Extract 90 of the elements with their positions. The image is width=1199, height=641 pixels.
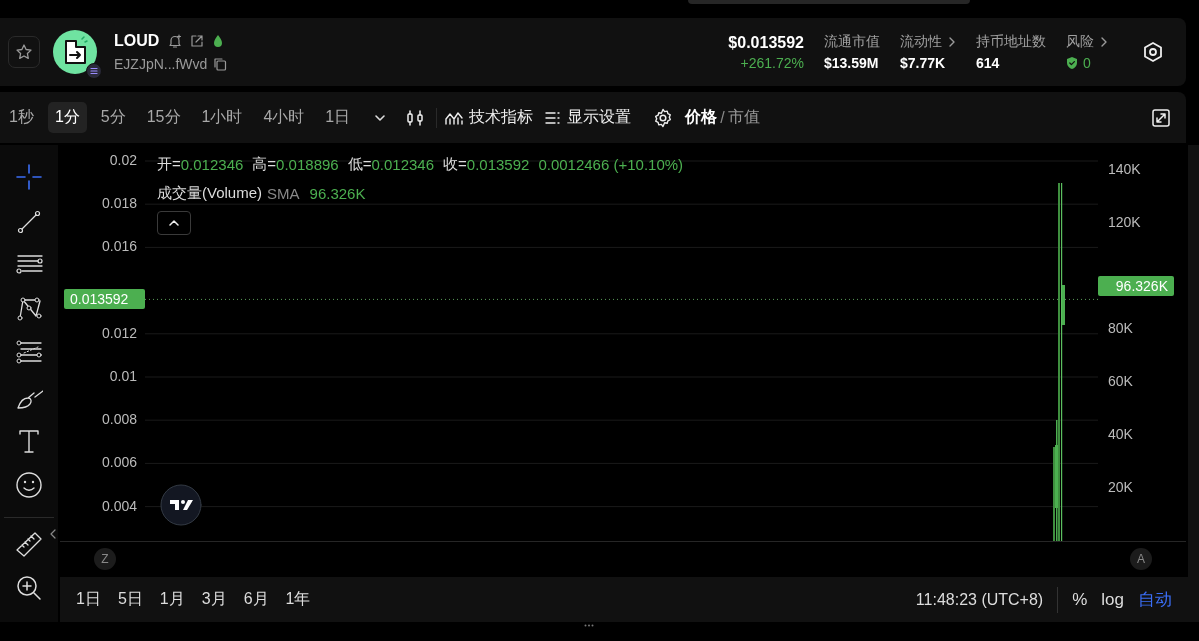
axis-label: 0.006 bbox=[101, 454, 137, 471]
axis-label: 0.004 bbox=[101, 497, 137, 514]
chevron-up-icon bbox=[169, 220, 179, 226]
mode-separator: / bbox=[720, 108, 725, 127]
stat-value: 0 bbox=[1083, 55, 1091, 71]
scale-option[interactable]: log bbox=[1101, 589, 1124, 610]
chevron-down-icon[interactable] bbox=[374, 113, 387, 122]
stat-value: 614 bbox=[976, 55, 1000, 71]
fib-levels-icon bbox=[15, 339, 43, 367]
range-button[interactable]: 1日 bbox=[76, 589, 101, 610]
legend-label: 高= bbox=[252, 155, 277, 174]
range-button[interactable]: 1年 bbox=[285, 589, 311, 610]
mode-tab[interactable]: 价格 bbox=[685, 107, 718, 128]
interval-tab[interactable]: 1分 bbox=[47, 102, 87, 133]
settings-icon[interactable] bbox=[653, 107, 674, 128]
range-button[interactable]: 1月 bbox=[159, 589, 185, 610]
axis-label: 0.01 bbox=[109, 368, 137, 384]
legend-label: 开= bbox=[157, 155, 181, 174]
stat-label: 流通市值 bbox=[824, 33, 880, 51]
mode-tab[interactable]: 市值 bbox=[727, 107, 760, 128]
range-button[interactable]: 5日 bbox=[117, 589, 143, 610]
interval-tab[interactable]: 1小时 bbox=[194, 102, 250, 133]
scale-button[interactable]: A bbox=[1130, 547, 1152, 570]
shield-check-icon bbox=[1066, 56, 1078, 70]
stat-value: $7.77K bbox=[900, 55, 946, 71]
legend-value: 0.012346 bbox=[371, 156, 435, 173]
star-icon bbox=[15, 43, 33, 61]
last-price-label: 0.013592 bbox=[64, 289, 145, 310]
token-price: $0.013592 bbox=[728, 33, 804, 52]
crosshair-icon bbox=[15, 163, 43, 191]
stat-value: $13.59M bbox=[824, 55, 879, 71]
stat-label: 风险 bbox=[1066, 33, 1094, 51]
chain-badge-icon bbox=[86, 63, 102, 79]
tradingview-logo[interactable] bbox=[160, 484, 202, 526]
volume-value: 96.326K bbox=[309, 185, 366, 202]
zoom-in-icon bbox=[15, 574, 43, 602]
collapse-button[interactable] bbox=[157, 211, 191, 235]
axis-label: 0.016 bbox=[101, 238, 137, 255]
copy-icon[interactable] bbox=[213, 57, 228, 71]
axis-label: 0.018 bbox=[101, 195, 137, 212]
stat-label: 流动性 bbox=[900, 33, 942, 51]
axis-label: 0.008 bbox=[101, 411, 137, 428]
scale-option[interactable]: % bbox=[1072, 589, 1088, 610]
moving-average-label: SMA bbox=[267, 185, 300, 202]
token-symbol: LOUD bbox=[114, 32, 160, 50]
favorite-button[interactable] bbox=[8, 36, 40, 68]
external-link-icon[interactable] bbox=[189, 33, 206, 49]
scale-option[interactable]: 自动 bbox=[1138, 588, 1172, 611]
chevron-right-icon[interactable] bbox=[1100, 36, 1108, 48]
indicators-button[interactable]: 技术指标 bbox=[445, 107, 534, 128]
clock-label: 11:48:23 (UTC+8) bbox=[915, 590, 1044, 609]
legend-label: 收= bbox=[443, 155, 467, 174]
pattern-icon bbox=[15, 295, 43, 323]
interval-tab[interactable]: 4小时 bbox=[256, 102, 312, 133]
volume-label: 成交量(Volume) bbox=[157, 184, 263, 203]
axis-label: 40K bbox=[1108, 426, 1133, 442]
legend-value: 0.018896 bbox=[276, 156, 339, 173]
legend-label: 低= bbox=[347, 155, 372, 174]
axis-label: 20K bbox=[1108, 479, 1133, 495]
legend-value: 0.012346 bbox=[180, 156, 244, 173]
token-logo bbox=[52, 29, 98, 75]
interval-tab[interactable]: 1日 bbox=[318, 102, 358, 133]
axis-label: 60K bbox=[1108, 373, 1133, 389]
display-settings-button[interactable]: 显示设置 bbox=[545, 107, 632, 128]
interval-tab[interactable]: 5分 bbox=[93, 102, 133, 133]
price-change: +261.72% bbox=[740, 54, 804, 71]
ruler-icon bbox=[15, 530, 43, 558]
resize-handle[interactable] bbox=[583, 624, 594, 627]
axis-label: 80K bbox=[1108, 320, 1133, 336]
list-icon bbox=[545, 109, 562, 126]
chevron-right-icon[interactable] bbox=[948, 36, 956, 48]
settings-icon[interactable] bbox=[1142, 41, 1164, 63]
interval-tab[interactable]: 1秒 bbox=[2, 102, 41, 133]
scale-button[interactable]: Z bbox=[94, 547, 116, 570]
fullscreen-icon[interactable] bbox=[1152, 108, 1170, 127]
range-button[interactable]: 3月 bbox=[201, 589, 227, 610]
token-address: EJZJpN...fWvd bbox=[114, 56, 208, 72]
axis-label: 140K bbox=[1108, 161, 1141, 177]
last-volume-label: 96.326K bbox=[1098, 275, 1174, 296]
axis-label: 0.012 bbox=[101, 324, 137, 341]
axis-label: 0.02 bbox=[109, 152, 137, 168]
stat-label: 持币地址数 bbox=[976, 33, 1046, 51]
legend-change: 0.0012466 (+10.10%) bbox=[538, 156, 684, 173]
interval-tab[interactable]: 15分 bbox=[139, 102, 188, 133]
bell-plus-icon[interactable] bbox=[167, 33, 184, 49]
legend-value: 0.013592 bbox=[466, 156, 530, 173]
smiley-icon bbox=[15, 471, 43, 499]
axis-label: 120K bbox=[1108, 214, 1141, 230]
range-button[interactable]: 6月 bbox=[243, 589, 269, 610]
candlestick-icon[interactable] bbox=[406, 108, 425, 127]
